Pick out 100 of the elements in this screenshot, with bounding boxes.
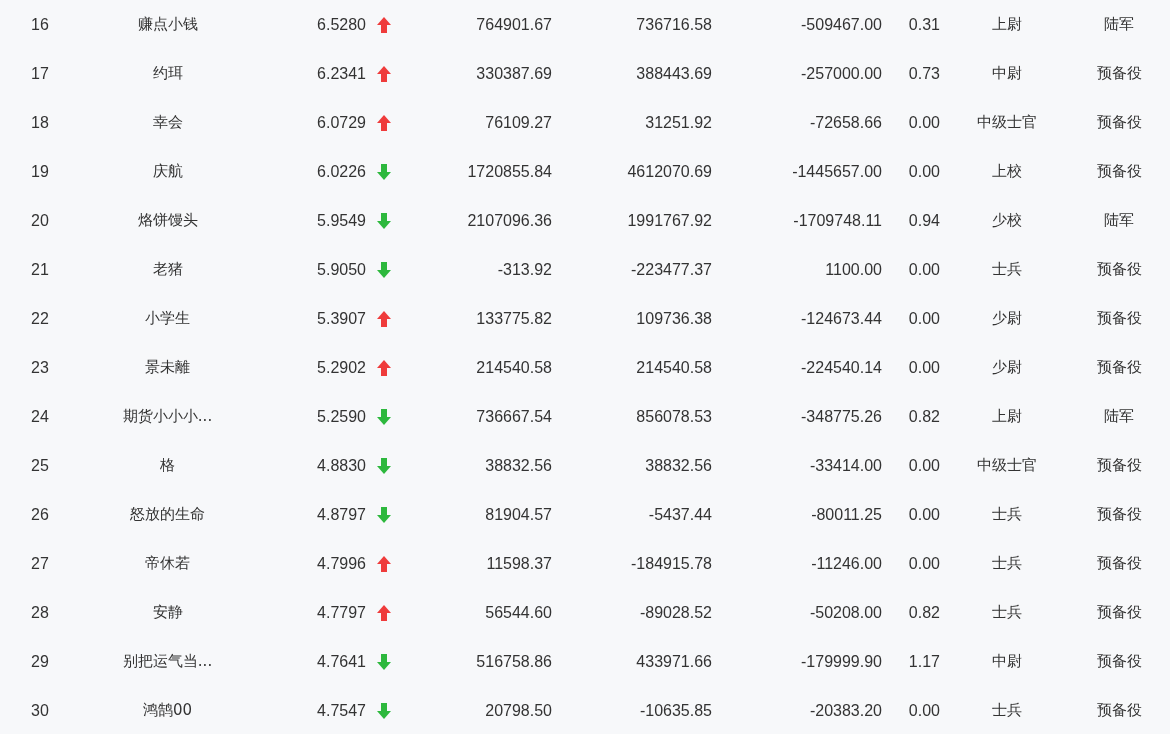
table-cell-text: 陆军 — [1103, 406, 1135, 428]
table-cell-text: -124673.44 — [800, 308, 882, 329]
table-cell-text: -223477.37 — [630, 259, 712, 280]
table-cell-text: 0.73 — [907, 63, 940, 84]
table-cell-text: 30 — [30, 700, 50, 721]
table-cell-text: 上尉 — [991, 406, 1023, 428]
table-cell-text: 预备役 — [1095, 455, 1143, 477]
table-cell-text: -80011.25 — [810, 504, 882, 525]
table-cell-text: 中尉 — [991, 651, 1023, 673]
table-cell-text: 中级士官 — [976, 455, 1038, 477]
table-cell-text: 0.94 — [907, 210, 940, 231]
table-cell-text: -50208.00 — [808, 602, 882, 623]
table-cell-text: 少校 — [991, 210, 1023, 232]
table-cell-text: 764901.67 — [475, 14, 552, 35]
table-cell-text: -1445657.00 — [791, 161, 882, 182]
table-cell-text: -89028.52 — [638, 602, 712, 623]
table-cell-text: -179999.90 — [800, 651, 882, 672]
table-cell-text: 24 — [30, 406, 50, 427]
table-cell-text: 预备役 — [1095, 357, 1143, 379]
table-cell-text: 1.17 — [907, 651, 940, 672]
table-cell-text: 老猪 — [151, 259, 184, 281]
table-cell-text: 怒放的生命 — [129, 504, 206, 526]
table-cell-text: 0.31 — [907, 14, 940, 35]
table-cell-text: -1709748.11 — [792, 210, 882, 231]
table-cell-text: 5.2902 — [316, 357, 366, 378]
table-cell-text: 330387.69 — [475, 63, 552, 84]
table-cell-text: 516758.86 — [475, 651, 552, 672]
table-cell-text: 56544.60 — [484, 602, 552, 623]
table-cell-text: 28 — [30, 602, 50, 623]
table-cell-text: 31251.92 — [644, 112, 712, 133]
table-cell-text: 0.00 — [907, 455, 940, 476]
table-cell-text: 6.5280 — [316, 14, 366, 35]
table-cell-text: 士兵 — [991, 259, 1023, 281]
table-cell-text: 0.00 — [907, 553, 940, 574]
table-cell-text: 庆航 — [151, 161, 184, 183]
table-cell-text: 预备役 — [1095, 112, 1143, 134]
table-cell-text: -313.92 — [496, 259, 552, 280]
table-cell-text: 6.2341 — [316, 63, 366, 84]
table-cell-text: 388443.69 — [635, 63, 712, 84]
table-cell-text: 预备役 — [1095, 259, 1143, 281]
table-cell-text: -11246.00 — [810, 553, 882, 574]
table-cell-text: 0.00 — [907, 308, 940, 329]
table-cell-text: 陆军 — [1103, 14, 1135, 36]
table-cell-text: 133775.82 — [475, 308, 552, 329]
table-cell-text: 陆军 — [1103, 210, 1135, 232]
table-cell-text: 17 — [30, 63, 50, 84]
table-cell-text: 19 — [30, 161, 50, 182]
table-cell-text: -509467.00 — [800, 14, 882, 35]
table-cell-text: 38832.56 — [484, 455, 552, 476]
table-cell-text: 士兵 — [991, 602, 1023, 624]
table-cell-text: 预备役 — [1095, 504, 1143, 526]
table-cell-text: 预备役 — [1095, 553, 1143, 575]
table-cell-text: 4.7996 — [316, 553, 366, 574]
table-cell-text: 1991767.92 — [626, 210, 712, 231]
table-cell-text: 景未離 — [144, 357, 191, 379]
table-cell-text: 214540.58 — [635, 357, 712, 378]
table-cell-text: 小学生 — [144, 308, 191, 330]
table-cell-text: 上尉 — [991, 14, 1023, 36]
table-cell-text: 433971.66 — [635, 651, 712, 672]
table-cell-text: 5.2590 — [316, 406, 366, 427]
table-cell-text: 4.7641 — [316, 651, 366, 672]
table-cell-text: 0.00 — [907, 504, 940, 525]
table-cell-text: 烙饼馒头 — [136, 210, 199, 232]
table-cell-text: 5.9050 — [316, 259, 366, 280]
table-cell-text: 26 — [30, 504, 50, 525]
table-cell-text: 2107096.36 — [466, 210, 552, 231]
table-cell-text: 4.7547 — [316, 700, 366, 721]
table-cell-text: 214540.58 — [475, 357, 552, 378]
table-cell-text: 1100.00 — [824, 259, 882, 280]
table-cell-text: 0.82 — [907, 406, 940, 427]
table-cell-text: 20798.50 — [484, 700, 552, 721]
table-cell-text: -72658.66 — [808, 112, 882, 133]
table-cell-text: 4.8830 — [316, 455, 366, 476]
table-cell-text: 预备役 — [1095, 161, 1143, 183]
table-cell-text: -184915.78 — [630, 553, 712, 574]
table-cell-text: 18 — [30, 112, 50, 133]
table-cell-text: 5.3907 — [316, 308, 366, 329]
table-cell-text: 鸿鹄00 — [141, 700, 194, 722]
table-cell-text: 38832.56 — [644, 455, 712, 476]
table-cell-text: -20383.20 — [808, 700, 882, 721]
table-cell-text: 81904.57 — [484, 504, 552, 525]
table-cell-text: 27 — [30, 553, 50, 574]
table-cell-text: -33414.00 — [808, 455, 882, 476]
table-cell-text: -257000.00 — [800, 63, 882, 84]
table-cell-text: 6.0729 — [316, 112, 366, 133]
table-cell-text: 少尉 — [991, 357, 1023, 379]
table-cell-text: 少尉 — [991, 308, 1023, 330]
table-cell-text: 0.00 — [907, 700, 940, 721]
table-cell-text: 赚点小钱 — [136, 14, 199, 36]
table-cell-text: 别把运气当... — [121, 651, 214, 673]
table-cell-text: 预备役 — [1095, 63, 1143, 85]
table-cell-text: 幸会 — [151, 112, 184, 134]
table-cell-text: 22 — [30, 308, 50, 329]
table-cell-text: -10635.85 — [638, 700, 712, 721]
table-cell-text: 856078.53 — [635, 406, 712, 427]
table-cell-text: 士兵 — [991, 700, 1023, 722]
table-cell-text: 4612070.69 — [626, 161, 712, 182]
table-cell-text: 16 — [30, 14, 50, 35]
table-cell-text: 736667.54 — [475, 406, 552, 427]
table-cell-text: 约珥 — [151, 63, 184, 85]
